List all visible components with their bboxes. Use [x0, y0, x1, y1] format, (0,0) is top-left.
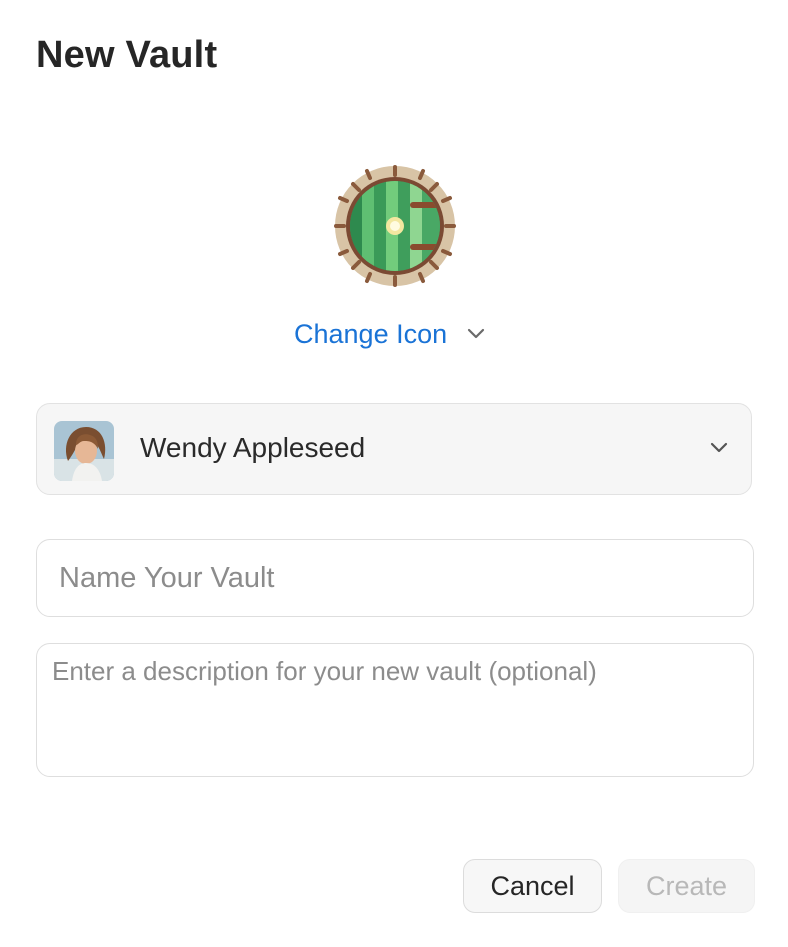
create-button[interactable]: Create [618, 859, 755, 913]
change-icon-label: Change Icon [294, 318, 448, 349]
cancel-button[interactable]: Cancel [463, 859, 602, 913]
vault-description-input[interactable] [36, 643, 754, 777]
chevron-down-icon [709, 441, 729, 455]
user-avatar [54, 421, 114, 481]
account-name: Wendy Appleseed [140, 432, 366, 463]
hobbit-door-icon [334, 165, 456, 287]
change-icon-button[interactable]: Change Icon [294, 312, 485, 356]
chevron-down-icon [467, 328, 485, 340]
account-select[interactable]: Wendy Appleseed [36, 403, 752, 495]
vault-name-input[interactable] [36, 539, 754, 617]
dialog-title: New Vault [36, 34, 218, 76]
